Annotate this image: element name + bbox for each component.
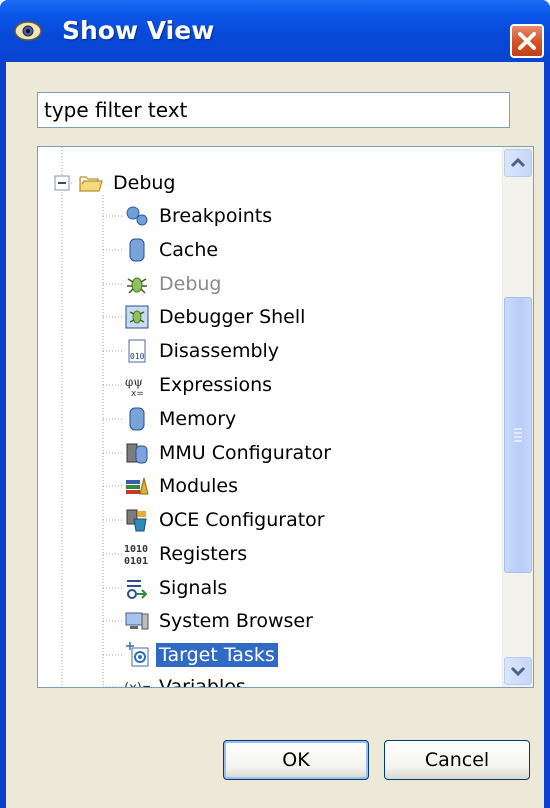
svg-text:φψ: φψ <box>125 375 143 389</box>
variables-icon: (x)= <box>124 681 150 688</box>
chevron-down-icon <box>510 666 526 677</box>
tree-item-mmu-configurator[interactable]: MMU Configurator <box>124 438 334 468</box>
tree-item-debugger-shell[interactable]: Debugger Shell <box>124 302 308 332</box>
tree-item-modules[interactable]: Modules <box>124 471 241 501</box>
collapse-minus-icon[interactable] <box>54 175 70 191</box>
grip-icon <box>514 428 522 442</box>
tree-item-debug[interactable]: Debug <box>124 269 224 299</box>
expressions-icon: φψ x= <box>125 375 144 398</box>
registers-icon: 1010 0101 <box>124 544 148 567</box>
tree-item-target-tasks[interactable]: Target Tasks <box>124 640 278 670</box>
scroll-thumb[interactable] <box>504 297 532 573</box>
target-tasks-icon <box>126 642 149 667</box>
close-icon <box>518 32 536 50</box>
filter-input[interactable] <box>37 92 510 128</box>
view-tree: Debug Breakpoints Cache Debug Debugger S… <box>37 146 534 688</box>
tree-item-breakpoints[interactable]: Breakpoints <box>124 201 275 231</box>
svg-text:1010: 1010 <box>124 544 148 555</box>
scroll-up-button[interactable] <box>504 149 532 177</box>
mmu-configurator-icon <box>126 443 148 464</box>
open-folder-icon <box>79 176 103 192</box>
svg-text:(x)=: (x)= <box>124 681 150 688</box>
chevron-up-icon <box>510 157 526 168</box>
close-button[interactable] <box>510 24 544 58</box>
svg-text:0101: 0101 <box>124 556 148 567</box>
tree-item-variables[interactable]: (x)= Variables <box>124 672 249 688</box>
tree-item-cache[interactable]: Cache <box>124 235 221 265</box>
debug-bug-icon <box>127 277 147 294</box>
tree-item-memory[interactable]: Memory <box>124 404 239 434</box>
disassembly-icon: 010 <box>128 339 146 363</box>
modules-icon <box>126 477 149 495</box>
tree-node-label: Debug <box>113 172 176 194</box>
svg-text:x=: x= <box>131 389 144 398</box>
tree-item-disassembly[interactable]: 010 Disassembly <box>124 336 282 366</box>
system-browser-icon <box>125 612 149 630</box>
debugger-shell-icon <box>125 305 149 329</box>
dialog-client-area: Debug Breakpoints Cache Debu <box>6 62 544 808</box>
tree-item-signals[interactable]: Signals <box>124 573 230 603</box>
tree-item-registers[interactable]: 1010 0101 Registers <box>124 539 250 569</box>
tree-vertical-scrollbar[interactable] <box>502 147 533 687</box>
tree-item-system-browser[interactable]: System Browser <box>124 606 316 636</box>
eclipse-view-icon <box>14 21 42 41</box>
oce-configurator-icon <box>126 509 147 532</box>
ok-button[interactable]: OK <box>223 740 369 780</box>
tree-item-expressions[interactable]: φψ x= Expressions <box>124 370 275 400</box>
tree-item-oce-configurator[interactable]: OCE Configurator <box>124 505 328 535</box>
show-view-dialog: Show View type filter text Debug Breakpo… <box>0 0 550 808</box>
cancel-button[interactable]: Cancel <box>384 740 530 780</box>
svg-text:010: 010 <box>130 352 145 361</box>
dialog-title: Show View <box>62 16 215 45</box>
signals-icon <box>127 580 148 599</box>
tree-node-debug-category[interactable]: Debug <box>54 168 178 198</box>
cache-icon <box>129 238 145 262</box>
title-bar[interactable]: Show View <box>0 0 550 62</box>
scroll-down-button[interactable] <box>504 657 532 685</box>
memory-icon <box>129 407 145 431</box>
breakpoints-icon <box>126 206 148 226</box>
